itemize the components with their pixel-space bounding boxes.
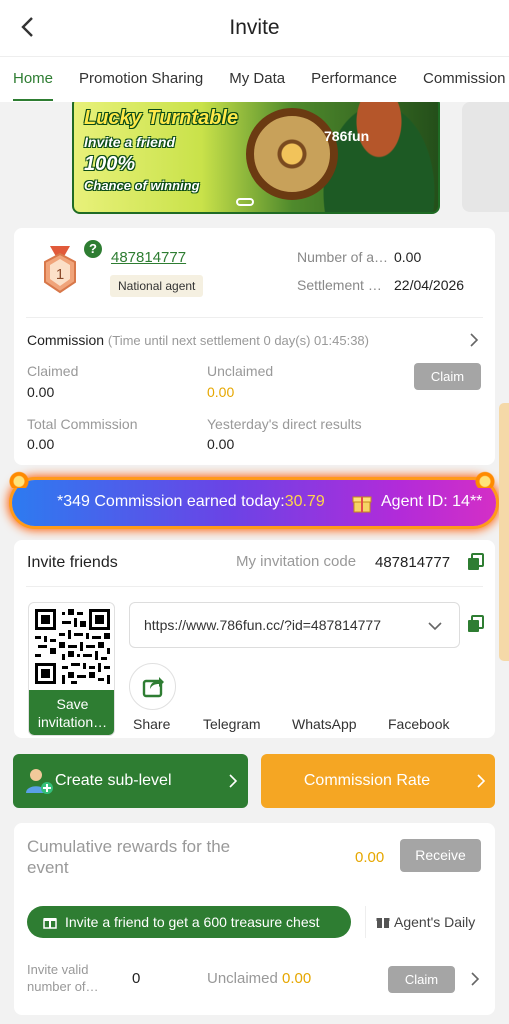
receive-button[interactable]: Receive [400, 839, 481, 872]
commission-countdown: (Time until next settlement 0 day(s) 01:… [107, 333, 369, 348]
page-title: Invite [229, 16, 280, 39]
gift-icon [376, 918, 390, 928]
chevron-right-icon [477, 774, 486, 788]
tab-my-data[interactable]: My Data [216, 57, 298, 102]
top-bar: Invite [0, 0, 509, 56]
event-unclaimed: Unclaimed 0.00 [207, 970, 311, 987]
claimed-label: Claimed [27, 363, 79, 379]
qr-code-card: Save invitation… [28, 602, 115, 736]
total-commission-label: Total Commission [27, 416, 138, 432]
tab-commission[interactable]: Commission [410, 57, 509, 102]
lucky-turntable-banner[interactable]: 786fun Lucky Turntable Invite a friend 1… [72, 102, 440, 214]
carousel-indicator [236, 198, 254, 206]
banner-logo: 786fun [324, 128, 370, 144]
save-invitation-label-1: Save [56, 696, 89, 712]
yesterday-results-label: Yesterday's direct results [207, 416, 362, 432]
agent-uid[interactable]: 487814777 [111, 249, 186, 266]
agents-daily-label: Agent's Daily [394, 914, 476, 930]
ticker-text: *349 Commission earned today:30.79 [57, 493, 325, 511]
help-icon[interactable]: ? [84, 240, 102, 258]
share-icon [142, 677, 164, 698]
agents-daily-tab[interactable]: Agent's Daily [365, 906, 495, 938]
flame-icon [8, 466, 30, 488]
ticker-agent-id: Agent ID: 14** [381, 493, 483, 510]
yesterday-results-value: 0.00 [207, 436, 235, 452]
info-value-settlement: 22/04/2026 [394, 277, 465, 293]
ticker-amount: 30.79 [284, 493, 325, 510]
info-label-settlement: Settlement … [297, 277, 382, 293]
invite-url-text: https://www.786fun.cc/?id=487814777 [144, 617, 382, 633]
claimed-value: 0.00 [27, 384, 55, 400]
event-rewards-card: Cumulative rewards for the event 0.00 Re… [14, 823, 495, 1015]
unclaimed-label: Unclaimed [207, 363, 274, 379]
chevron-right-icon[interactable] [466, 332, 482, 348]
share-button[interactable] [129, 663, 176, 710]
medal-rank-text: 1 [56, 266, 64, 283]
commission-title: Commission [27, 332, 105, 348]
telegram-share[interactable]: Telegram [203, 716, 261, 732]
add-user-icon [26, 769, 53, 794]
info-value-accounts: 0.00 [394, 249, 422, 265]
wheel-image [246, 108, 338, 200]
invitation-code-value: 487814777 [375, 554, 451, 571]
tab-home[interactable]: Home [0, 57, 66, 102]
valid-invites-count: 0 [132, 970, 141, 987]
rank-medal-icon: 1 [44, 246, 76, 294]
claim-commission-button[interactable]: Claim [414, 363, 481, 390]
banner-line-4: Chance of winning [84, 178, 200, 193]
event-claim-button[interactable]: Claim [388, 966, 455, 993]
tab-promotion-sharing[interactable]: Promotion Sharing [66, 57, 216, 102]
treasure-chest-tab[interactable]: Invite a friend to get a 600 treasure ch… [27, 906, 351, 938]
commission-header[interactable]: Commission (Time until next settlement 0… [27, 332, 369, 348]
side-drawer-handle[interactable] [499, 403, 509, 661]
divider [26, 317, 483, 318]
info-label-accounts: Number of a… [297, 249, 389, 265]
copy-code-icon[interactable] [467, 553, 485, 571]
save-invitation-button[interactable]: Save invitation… [29, 690, 114, 735]
copy-url-icon[interactable] [467, 615, 485, 633]
tab-bar: Home Promotion Sharing My Data Performan… [0, 56, 509, 102]
commission-rate-label: Commission Rate [303, 772, 431, 789]
agent-card: 1 ? 487814777 National agent Number of a… [14, 228, 495, 465]
valid-invites-label: Invite valid number of… [27, 962, 99, 994]
banner-line-2: Invite a friend [84, 134, 176, 150]
banner-line-3: 100% [84, 153, 136, 175]
banner-headline: Lucky Turntable [84, 107, 239, 129]
event-rewards-title: Cumulative rewards for the event [27, 837, 231, 877]
create-sub-level-button[interactable]: Create sub-level [13, 754, 248, 808]
back-icon[interactable] [12, 12, 42, 42]
total-commission-value: 0.00 [27, 436, 55, 452]
banner-carousel: 786fun Lucky Turntable Invite a friend 1… [0, 102, 509, 220]
save-invitation-label-2: invitation… [37, 714, 108, 730]
facebook-share[interactable]: Facebook [388, 716, 449, 732]
next-banner-peek[interactable] [462, 102, 509, 212]
create-sub-level-label: Create sub-level [55, 772, 172, 789]
event-unclaimed-value: 0.00 [282, 970, 312, 987]
invite-friends-title: Invite friends [27, 554, 118, 571]
chevron-right-icon [229, 774, 238, 788]
ticker-prefix: *349 Commission earned today: [57, 493, 285, 510]
chevron-down-icon [428, 622, 442, 631]
divider [26, 586, 483, 587]
agent-level-badge: National agent [110, 275, 204, 297]
event-rewards-value: 0.00 [355, 849, 385, 866]
gift-icon [43, 918, 57, 929]
commission-ticker: *349 Commission earned today:30.79 Agent… [8, 466, 496, 526]
whatsapp-share[interactable]: WhatsApp [292, 716, 357, 732]
event-unclaimed-label: Unclaimed [207, 970, 278, 987]
gift-icon [352, 496, 372, 513]
commission-rate-button[interactable]: Commission Rate [261, 754, 495, 808]
tab-performance[interactable]: Performance [298, 57, 410, 102]
invite-url-select[interactable]: https://www.786fun.cc/?id=487814777 [129, 602, 460, 648]
flame-icon [474, 466, 496, 488]
qr-code-image [35, 609, 110, 684]
share-label: Share [133, 716, 171, 732]
chevron-right-icon[interactable] [467, 971, 483, 987]
treasure-chest-label: Invite a friend to get a 600 treasure ch… [65, 914, 320, 930]
invite-friends-card: Invite friends My invitation code 487814… [14, 540, 495, 738]
unclaimed-value: 0.00 [207, 384, 235, 400]
invitation-code-label: My invitation code [236, 553, 357, 570]
